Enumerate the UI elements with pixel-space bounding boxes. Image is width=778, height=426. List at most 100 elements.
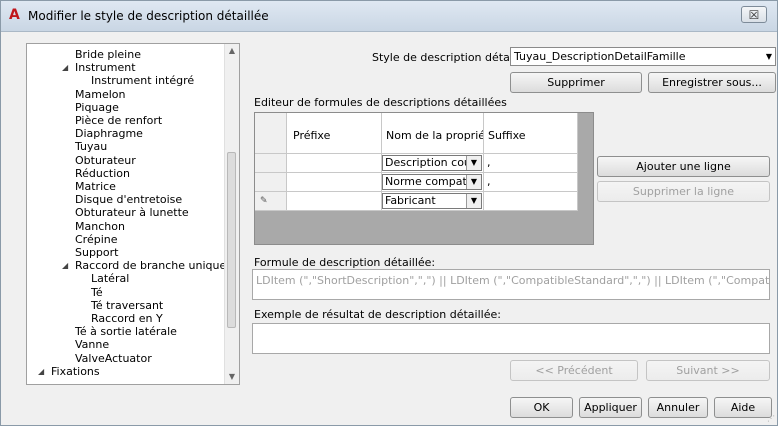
header-prefix[interactable]: Préfixe — [287, 113, 382, 154]
tree-scrollbar[interactable]: ▲ ▼ — [224, 44, 239, 384]
tree-item[interactable]: Disque d'entretoise — [27, 193, 225, 207]
tree-item-label: Bride pleine — [75, 48, 141, 61]
formula-grid: Préfixe Nom de la propriété Suffixe Desc… — [254, 112, 594, 245]
tree-item-label: Vanne — [75, 338, 110, 352]
delete-style-button[interactable]: Supprimer — [510, 72, 642, 93]
tree-item[interactable]: Bride pleine — [27, 48, 225, 62]
chevron-down-icon[interactable]: ▼ — [466, 175, 481, 189]
tree-item-label: Manchon — [75, 219, 125, 233]
property-select[interactable]: Norme compati... ▼ — [382, 174, 482, 190]
tree-item[interactable]: Manchon — [27, 220, 225, 234]
tree-item-label: Matrice — [75, 180, 116, 193]
scroll-down-icon[interactable]: ▼ — [225, 370, 239, 384]
row-header[interactable]: ✎ — [255, 192, 287, 211]
category-tree[interactable]: Bride pleine ◢ Instrument Instrument intégr… — [26, 43, 240, 385]
row-header[interactable] — [255, 173, 287, 192]
dialog-window: A Modifier le style de description détai… — [0, 0, 778, 426]
tree-item[interactable]: ◢ Raccord de branche unique — [27, 259, 227, 273]
tree-item-label: Diaphragme — [75, 127, 143, 141]
tree-item-label: Raccord de branche unique — [75, 259, 227, 273]
tree-item[interactable]: ValveActuator — [27, 352, 225, 366]
property-cell[interactable]: Norme compati... ▼ — [382, 173, 484, 192]
tree-item-label: Latéral — [91, 272, 130, 286]
cancel-button[interactable]: Annuler — [648, 397, 708, 418]
tree-item-label: Pièce de renfort — [75, 114, 163, 127]
example-label: Exemple de résultat de description détai… — [254, 308, 501, 321]
tree-item[interactable]: Raccord en Y — [27, 312, 225, 326]
tree-item-label: Té traversant — [91, 298, 164, 312]
save-as-button[interactable]: Enregistrer sous... — [648, 72, 776, 93]
apply-button[interactable]: Appliquer — [579, 397, 642, 418]
tree-item-label: Tuyau — [75, 140, 108, 154]
scroll-up-icon[interactable]: ▲ — [225, 44, 239, 58]
style-select[interactable]: Tuyau_DescriptionDetailFamille ▼ — [510, 47, 776, 66]
property-value: Fabricant — [385, 194, 436, 207]
tree-item-label: Réduction — [75, 166, 130, 180]
expander-icon[interactable]: ◢ — [62, 259, 72, 273]
scroll-thumb[interactable] — [227, 152, 236, 328]
tree-item-label: Support — [75, 246, 119, 259]
previous-button[interactable]: << Précédent — [510, 360, 638, 381]
tree-item[interactable]: Vanne — [27, 338, 225, 352]
tree-item[interactable]: Piquage — [27, 101, 225, 115]
tree-item[interactable]: Obturateur — [27, 154, 225, 168]
property-cell[interactable]: Description cou... ▼ — [382, 154, 484, 173]
formula-label: Formule de description détaillée: — [254, 256, 436, 269]
tree-item[interactable]: Té traversant — [27, 299, 225, 313]
row-header[interactable] — [255, 154, 287, 173]
chevron-down-icon[interactable]: ▼ — [466, 194, 481, 208]
tree-item-label: Obturateur — [75, 153, 136, 167]
tree-item[interactable]: Instrument intégré — [27, 74, 225, 88]
tree-item[interactable]: Obturateur à lunette — [27, 206, 225, 220]
delete-row-button[interactable]: Supprimer la ligne — [597, 181, 770, 202]
prefix-cell[interactable] — [287, 173, 382, 192]
tree-item[interactable]: Réduction — [27, 167, 225, 181]
app-logo-icon: A — [9, 7, 20, 23]
tree-item-label: Mamelon — [75, 87, 126, 101]
grid-corner — [255, 113, 287, 154]
tree-item-label: Disque d'entretoise — [75, 193, 183, 207]
tree-item-label: Raccord en Y — [91, 312, 163, 325]
tree-item[interactable]: Té à sortie latérale — [27, 325, 225, 339]
example-field[interactable] — [252, 323, 770, 354]
tree-item[interactable]: ◢ Fixations — [27, 365, 225, 379]
formula-field[interactable]: LDItem (","ShortDescription",",") || LDI… — [252, 269, 770, 300]
close-button[interactable]: ☒ — [741, 6, 767, 23]
header-suffix[interactable]: Suffixe — [484, 113, 578, 154]
tree-item[interactable]: Mamelon — [27, 88, 225, 102]
resize-grip-icon[interactable]: ⋰ — [767, 414, 775, 423]
tree-item[interactable]: Matrice — [27, 180, 225, 194]
add-row-button[interactable]: Ajouter une ligne — [597, 156, 770, 177]
tree-item-label: Té à sortie latérale — [75, 325, 177, 339]
tree-item[interactable]: ◢ Instrument — [27, 61, 225, 75]
suffix-cell[interactable]: , — [484, 173, 578, 192]
tree-item[interactable]: Support — [27, 246, 225, 260]
tree-item-label: Piquage — [75, 100, 119, 114]
property-select[interactable]: Fabricant ▼ — [382, 193, 482, 209]
tree-item[interactable]: Té — [27, 286, 225, 300]
header-property[interactable]: Nom de la propriété — [382, 113, 484, 154]
property-cell[interactable]: Fabricant ▼ — [382, 192, 484, 211]
suffix-cell[interactable]: , — [484, 154, 578, 173]
tree-item[interactable]: Diaphragme — [27, 127, 225, 141]
tree-item-label: Obturateur à lunette — [75, 206, 189, 220]
prefix-cell[interactable] — [287, 154, 382, 173]
expander-icon[interactable]: ◢ — [62, 61, 72, 75]
tree-item[interactable]: Tuyau — [27, 140, 225, 154]
tree-item[interactable]: Latéral — [27, 272, 225, 286]
tree-item-label: Instrument — [75, 61, 136, 75]
help-button[interactable]: Aide — [714, 397, 772, 418]
expander-icon[interactable]: ◢ — [38, 365, 48, 379]
tree-item-label: Fixations — [51, 364, 100, 378]
title-bar[interactable]: A Modifier le style de description détai… — [1, 1, 777, 32]
style-select-value: Tuyau_DescriptionDetailFamille — [514, 50, 686, 63]
editor-label: Editeur de formules de descriptions déta… — [254, 96, 507, 109]
suffix-cell[interactable] — [484, 192, 578, 211]
ok-button[interactable]: OK — [510, 397, 573, 418]
property-select[interactable]: Description cou... ▼ — [382, 155, 482, 171]
tree-item[interactable]: Crépine — [27, 233, 225, 247]
next-button[interactable]: Suivant >> — [646, 360, 770, 381]
prefix-cell[interactable] — [287, 192, 382, 211]
chevron-down-icon[interactable]: ▼ — [466, 156, 481, 170]
tree-item[interactable]: Pièce de renfort — [27, 114, 225, 128]
